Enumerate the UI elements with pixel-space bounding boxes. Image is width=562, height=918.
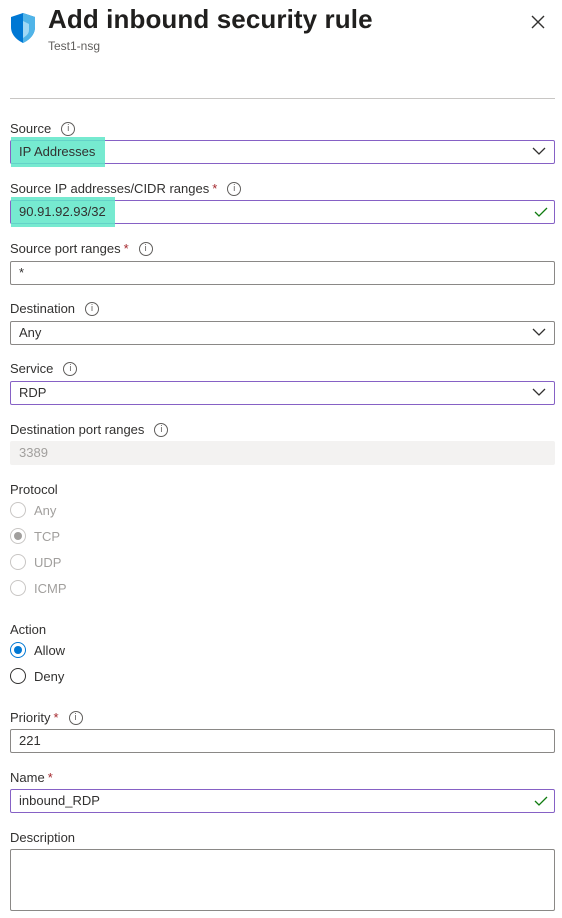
info-icon[interactable]: i	[154, 422, 169, 437]
description-textarea[interactable]	[10, 849, 555, 911]
checkmark-icon	[534, 207, 548, 217]
chevron-down-icon	[532, 328, 546, 336]
priority-label-text: Priority	[10, 710, 51, 725]
protocol-label-text: Protocol	[10, 482, 58, 497]
source-label: Source i	[10, 121, 76, 136]
protocol-option-any: Any	[10, 502, 56, 518]
name-input[interactable]: inbound_RDP	[10, 789, 555, 813]
radio-icon	[10, 554, 26, 570]
close-icon[interactable]	[528, 12, 548, 32]
radio-icon	[10, 502, 26, 518]
protocol-option-udp: UDP	[10, 554, 61, 570]
info-icon[interactable]: i	[227, 181, 242, 196]
required-marker: *	[212, 181, 218, 196]
required-marker: *	[47, 770, 53, 785]
required-marker: *	[53, 710, 59, 725]
source-ip-input[interactable]: 90.91.92.93/32	[10, 197, 555, 227]
destination-value: Any	[19, 325, 42, 340]
chevron-down-icon	[532, 388, 546, 396]
protocol-option-icmp: ICMP	[10, 580, 67, 596]
source-port-value: *	[19, 265, 25, 280]
service-dropdown[interactable]: RDP	[10, 381, 555, 405]
chevron-down-icon	[532, 147, 546, 155]
destination-dropdown[interactable]: Any	[10, 321, 555, 345]
destination-label: Destination i	[10, 301, 100, 316]
source-port-input[interactable]: *	[10, 261, 555, 285]
radio-icon[interactable]	[10, 668, 26, 684]
source-label-text: Source	[10, 121, 52, 136]
action-option-label[interactable]: Allow	[34, 643, 65, 658]
protocol-option-label: UDP	[34, 554, 62, 570]
protocol-option-label: Any	[34, 502, 57, 518]
action-option-deny[interactable]: Deny	[10, 668, 64, 684]
action-label: Action	[10, 622, 46, 637]
page-title: Add inbound security rule	[48, 4, 373, 34]
source-dropdown[interactable]: IP Addresses	[10, 137, 555, 167]
action-option-allow[interactable]: Allow	[10, 642, 65, 658]
source-ip-label-text: Source IP addresses/CIDR ranges	[10, 181, 210, 196]
info-icon[interactable]: i	[85, 301, 100, 316]
service-value: RDP	[19, 385, 47, 400]
source-ip-value: 90.91.92.93/32	[19, 204, 106, 219]
priority-label: Priority * i	[10, 710, 83, 725]
protocol-label: Protocol	[10, 482, 58, 497]
protocol-option-label: TCP	[34, 528, 60, 544]
destination-label-text: Destination	[10, 301, 76, 316]
action-label-text: Action	[10, 622, 47, 637]
action-option-label[interactable]: Deny	[34, 669, 64, 684]
radio-selected-icon	[10, 528, 26, 544]
shield-icon	[11, 13, 35, 43]
info-icon[interactable]: i	[138, 241, 153, 256]
service-label: Service i	[10, 361, 78, 376]
name-label-text: Name	[10, 770, 45, 785]
info-icon[interactable]: i	[63, 361, 78, 376]
checkmark-icon	[534, 796, 548, 806]
description-label-text: Description	[10, 830, 76, 845]
dest-port-label-text: Destination port ranges	[10, 422, 145, 437]
header-divider	[10, 98, 555, 99]
source-port-label: Source port ranges * i	[10, 241, 153, 256]
info-icon[interactable]: i	[68, 710, 83, 725]
dest-port-value: 3389	[19, 445, 48, 460]
priority-value: 221	[19, 733, 41, 748]
radio-selected-icon[interactable]	[10, 642, 26, 658]
page-subtitle: Test1-nsg	[48, 39, 101, 53]
name-value: inbound_RDP	[19, 793, 100, 808]
source-ip-label: Source IP addresses/CIDR ranges * i	[10, 181, 242, 196]
protocol-option-tcp: TCP	[10, 528, 60, 544]
info-icon[interactable]: i	[61, 121, 76, 136]
description-label: Description	[10, 830, 75, 845]
required-marker: *	[123, 241, 129, 256]
radio-icon	[10, 580, 26, 596]
source-value: IP Addresses	[19, 144, 96, 159]
protocol-option-label: ICMP	[34, 580, 67, 596]
service-label-text: Service	[10, 361, 54, 376]
source-port-label-text: Source port ranges	[10, 241, 121, 256]
dest-port-label: Destination port ranges i	[10, 422, 169, 437]
dest-port-input: 3389	[10, 441, 555, 465]
priority-input[interactable]: 221	[10, 729, 555, 753]
name-label: Name *	[10, 770, 53, 785]
